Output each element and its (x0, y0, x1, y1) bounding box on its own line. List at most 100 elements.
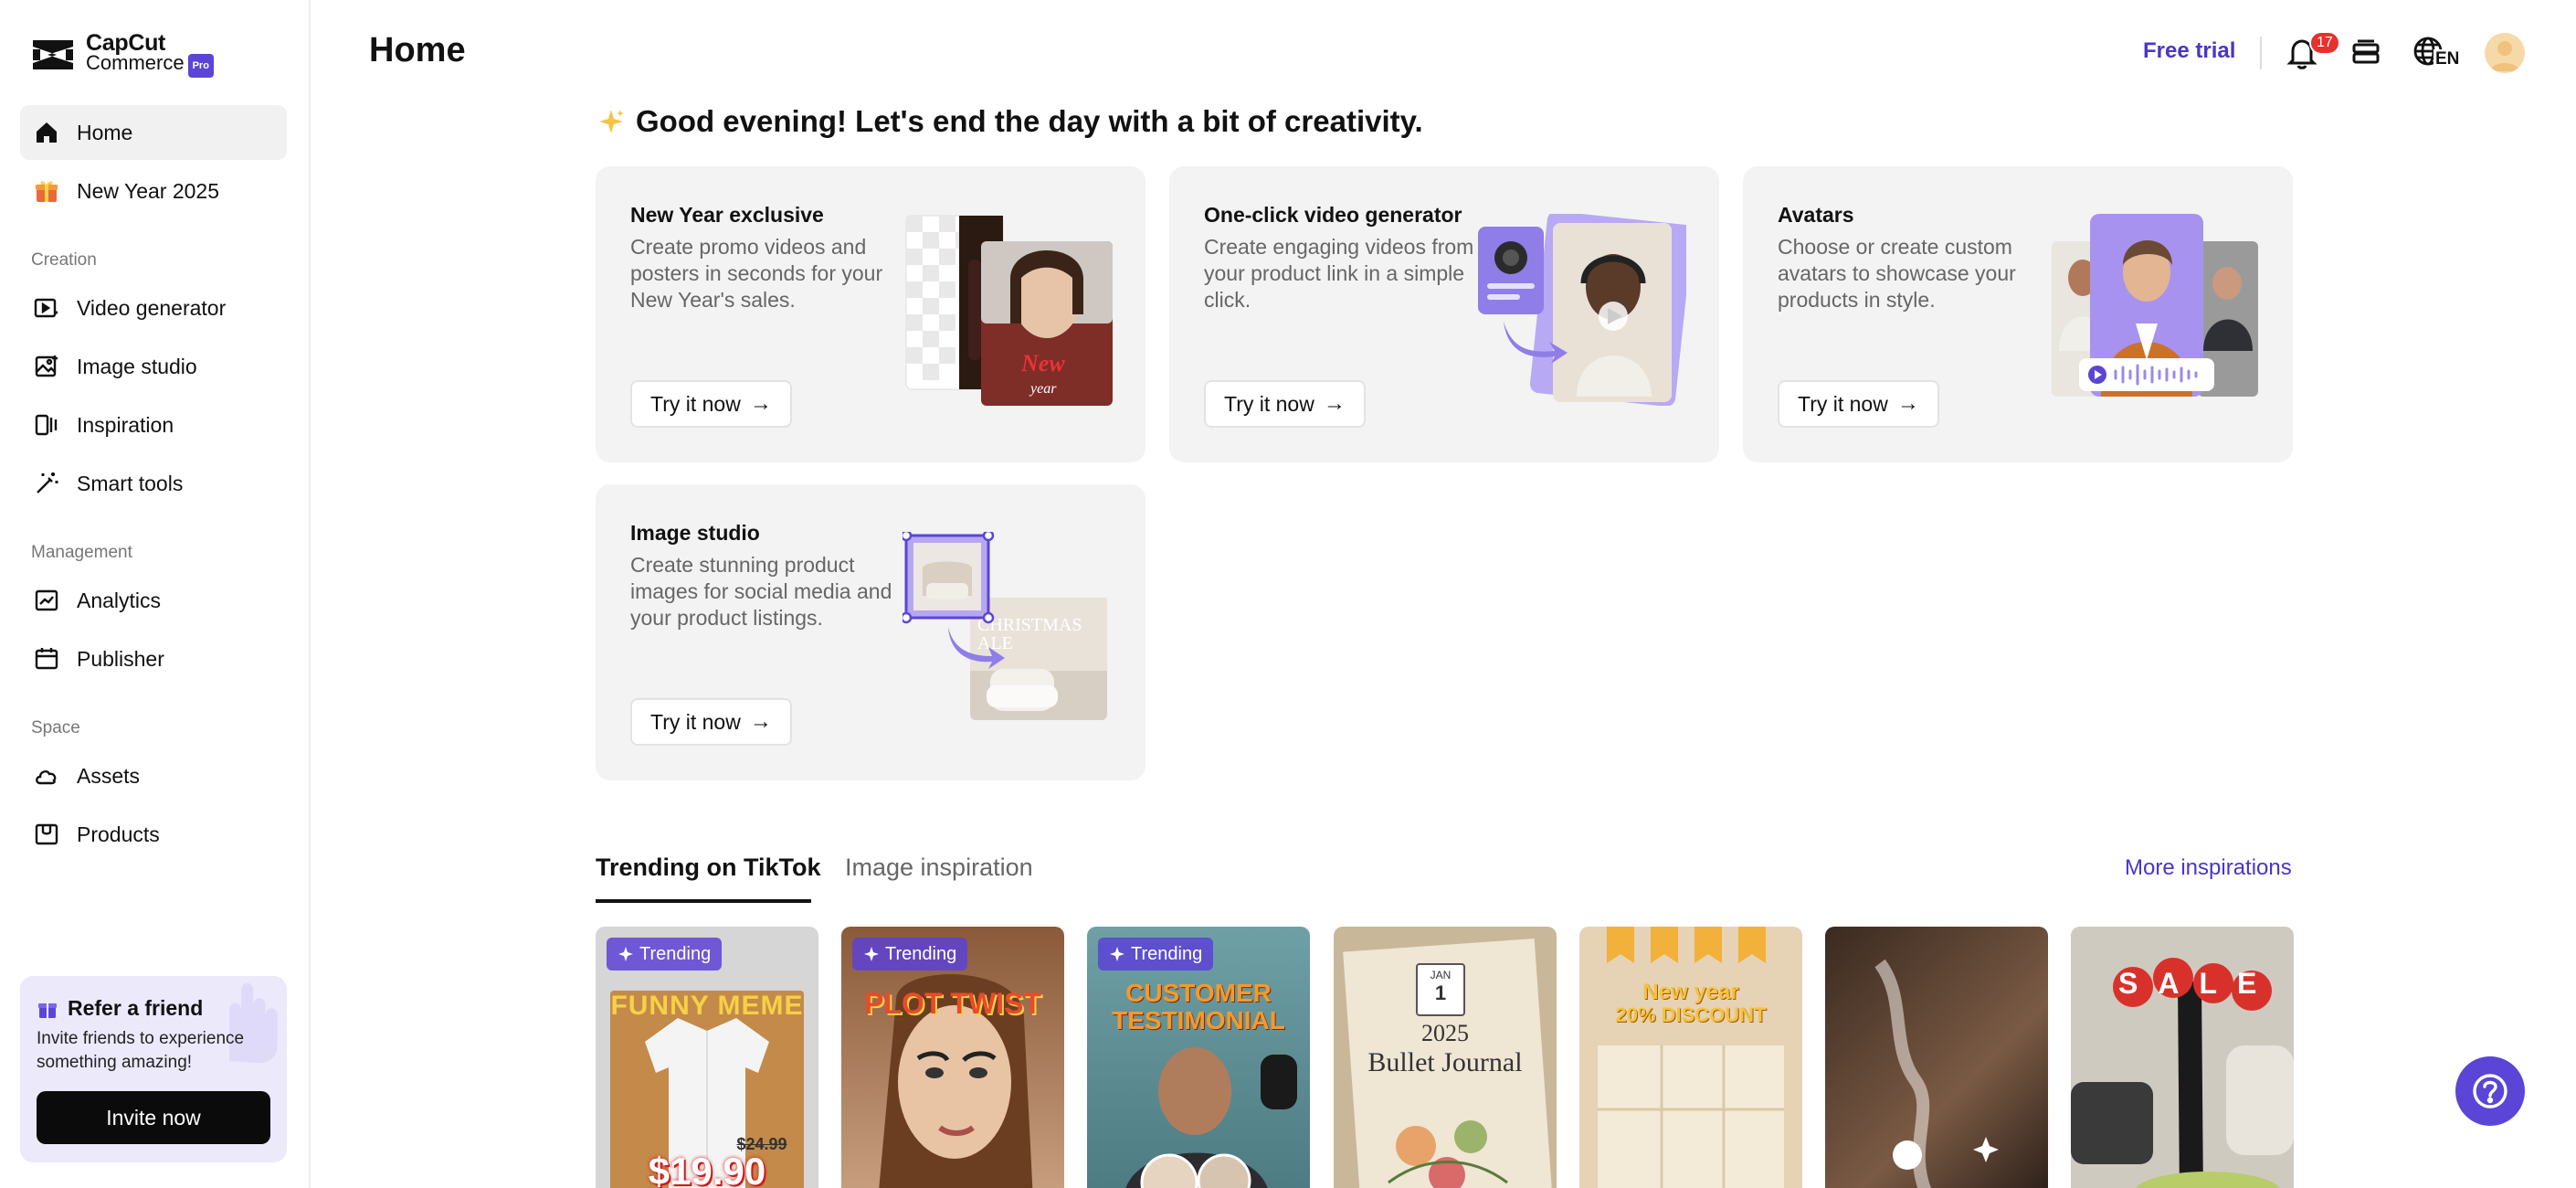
card-description: Choose or create custom avatars to showc… (1778, 235, 2016, 312)
cloud-icon (36, 769, 57, 785)
card-title: New Year exclusive (630, 203, 824, 227)
active-tab-underline (596, 899, 811, 903)
more-inspirations-link[interactable]: More inspirations (2125, 855, 2292, 881)
pro-badge: Pro (187, 53, 214, 78)
inspiration-icon (35, 414, 58, 436)
tab-trending-on-tiktok[interactable]: Trending on TikTok (596, 854, 821, 882)
video-generator-icon (34, 298, 58, 318)
art-text-sale: ALE (977, 633, 1013, 653)
sidebar-item-label: Publisher (77, 646, 164, 671)
thumb-title: Bullet Journal (1367, 1047, 1523, 1077)
thumbnail-customer-testimonial[interactable]: CUSTOMER TESTIMONIAL Trending (1087, 927, 1310, 1188)
tasks-stack-icon[interactable] (2346, 33, 2386, 73)
art-text-new: New (1020, 350, 1065, 377)
thumbnail-sale[interactable]: SALE (2071, 927, 2294, 1188)
thumbnail-new-year-discount[interactable]: New year 20% DISCOUNT (1579, 927, 1802, 1188)
image-studio-illustration: CHRISTMAS ALE (903, 532, 1107, 720)
sparkle-icon (864, 947, 879, 961)
sidebar-item-label: Home (77, 120, 133, 144)
sidebar-item-label: Video generator (77, 295, 227, 320)
language-code[interactable]: EN (2433, 49, 2462, 69)
sparkle-star-icon (599, 110, 624, 133)
card-description: Create promo videos and posters in secon… (630, 235, 883, 312)
video-generator-illustration (1478, 214, 1686, 406)
arrow-right-icon: → (749, 391, 772, 416)
refer-a-friend-panel: Refer a friend Invite friends to experie… (20, 976, 287, 1162)
capcut-commerce-logo[interactable]: CapCut Commerce Pro (29, 30, 214, 78)
sidebar-item-inspiration[interactable]: Inspiration (20, 398, 287, 452)
arrow-right-icon: → (1896, 391, 1919, 416)
man-portrait-image (1125, 1047, 1297, 1188)
sidebar-item-image-studio[interactable]: Image studio (20, 339, 287, 394)
thumb-title-line2: TESTIMONIAL (1112, 1006, 1285, 1034)
thumbnail-plot-twist[interactable]: PLOT TWIST Trending (841, 927, 1064, 1188)
card-title: Image studio (630, 521, 760, 545)
powder-splash-image (1874, 959, 1999, 1188)
sidebar-item-label: New Year 2025 (77, 178, 220, 203)
card-description: Create engaging videos from your product… (1204, 235, 1474, 312)
thumb-title: New year (1642, 980, 1739, 1004)
sidebar-item-publisher[interactable]: Publisher (20, 631, 287, 686)
section-title-space: Space (31, 718, 80, 737)
section-title-creation: Creation (31, 250, 97, 270)
gift-icon (36, 181, 58, 202)
living-room-image (2071, 927, 2294, 1188)
card-image-studio[interactable]: Image studio Create stunning product ima… (596, 484, 1145, 780)
trending-badge: Trending (852, 938, 968, 971)
card-one-click-video-generator[interactable]: One-click video generator Create engagin… (1169, 166, 1719, 462)
sidebar-item-new-year-2025[interactable]: New Year 2025 (20, 164, 287, 218)
sidebar-item-label: Products (77, 822, 160, 846)
sidebar-item-label: Image studio (77, 354, 197, 378)
section-title-management: Management (31, 543, 132, 562)
thumbnail-bullet-journal[interactable]: JAN 1 2025 Bullet Journal (1334, 927, 1557, 1188)
free-trial-link[interactable]: Free trial (2143, 38, 2235, 64)
sidebar-item-products[interactable]: Products (20, 807, 287, 862)
header-divider (2260, 37, 2262, 69)
trending-badge: Trending (1098, 938, 1214, 971)
user-avatar[interactable] (2485, 33, 2525, 73)
try-it-now-button[interactable]: Try it now → (630, 380, 792, 428)
sidebar-item-label: Smart tools (77, 471, 184, 495)
avatars-illustration (2052, 214, 2258, 397)
thumb-subtitle: 20% DISCOUNT (1615, 1003, 1767, 1026)
tab-image-inspiration[interactable]: Image inspiration (845, 854, 1033, 882)
thumb-new-price: $19.90 (648, 1150, 766, 1188)
notification-count-badge: 17 (2309, 31, 2340, 55)
help-button[interactable] (2455, 1056, 2525, 1126)
refer-description: Invite friends to experience something a… (37, 1029, 245, 1072)
thumbnail-dessert-video[interactable] (1825, 927, 2048, 1188)
card-avatars[interactable]: Avatars Choose or create custom avatars … (1743, 166, 2293, 462)
analytics-icon (35, 589, 58, 611)
sidebar-item-assets[interactable]: Assets (20, 748, 287, 803)
try-it-now-button[interactable]: Try it now → (1778, 380, 1939, 428)
sidebar-item-label: Inspiration (77, 412, 174, 437)
sidebar: CapCut Commerce Pro Home New Year 2025 Cr… (0, 0, 311, 1188)
sidebar-item-home[interactable]: Home (20, 105, 287, 160)
trending-badge: Trending (607, 938, 723, 971)
thumb-title-line1: CUSTOMER (1125, 979, 1272, 1007)
magic-wand-icon (37, 472, 58, 493)
thumbnail-funny-meme[interactable]: FUNNY MEME $24.99 $19.90 Trending (596, 927, 818, 1188)
page-title: Home (369, 31, 466, 69)
gift-icon (38, 1002, 57, 1018)
thumb-title: FUNNY MEME (610, 991, 804, 1021)
arrow-right-icon: → (749, 709, 772, 734)
invite-now-button[interactable]: Invite now (37, 1091, 270, 1144)
card-new-year-exclusive[interactable]: New Year exclusive Create promo videos a… (596, 166, 1145, 462)
try-it-now-button[interactable]: Try it now → (630, 698, 792, 746)
avatar-icon (2490, 41, 2519, 71)
logo-brand: CapCut (86, 30, 166, 56)
question-mark-icon (2473, 1074, 2507, 1108)
sidebar-item-analytics[interactable]: Analytics (20, 573, 287, 628)
product-box-icon (35, 823, 58, 845)
calendar-page: JAN 1 (1416, 963, 1465, 1016)
card-title: One-click video generator (1204, 203, 1462, 227)
floral-drawing (1388, 1120, 1508, 1188)
sidebar-item-smart-tools[interactable]: Smart tools (20, 456, 287, 511)
art-text-year: year (1029, 381, 1057, 397)
card-description: Create stunning product images for socia… (630, 553, 892, 630)
sidebar-item-video-generator[interactable]: Video generator (20, 281, 287, 335)
image-studio-icon (35, 355, 58, 377)
sparkle-icon (1110, 947, 1124, 961)
try-it-now-button[interactable]: Try it now → (1204, 380, 1366, 428)
